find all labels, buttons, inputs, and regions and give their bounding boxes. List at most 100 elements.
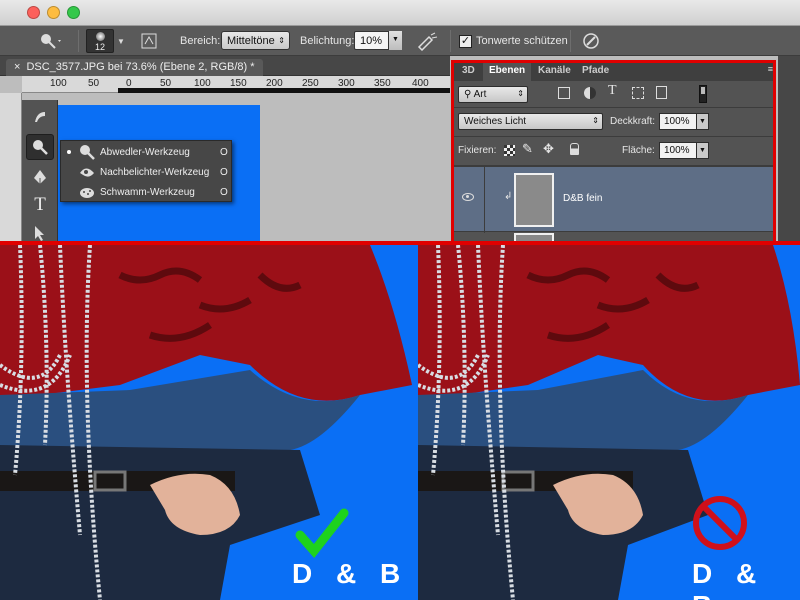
panel-menu-icon[interactable]: ≡ [768, 64, 773, 74]
ruler-tick-label: 100 [50, 78, 67, 89]
adjustment-layer-filter-icon[interactable] [584, 87, 596, 99]
horizontal-ruler[interactable]: 100 50 0 50 100 150 200 250 300 350 400 [22, 76, 450, 93]
options-separator [450, 30, 451, 52]
flyout-item-dodge[interactable]: Abwedler-Werkzeug O [61, 142, 231, 162]
smudge-icon [35, 112, 45, 122]
exposure-input[interactable]: 10% ▼ [354, 31, 402, 50]
flyout-item-burn[interactable]: Nachbelichter-Werkzeug O [61, 162, 231, 182]
filter-kind-value: Art [473, 89, 487, 100]
tab-paths[interactable]: Pfade [576, 62, 615, 81]
pen-tool-button[interactable] [26, 164, 54, 190]
brush-panel-button[interactable] [140, 26, 158, 56]
lock-paint-icon[interactable]: ✎ [522, 141, 533, 157]
blend-mode-select[interactable]: Weiches Licht ⇕ [458, 113, 603, 130]
panel-tabs: 3D Ebenen Kanäle Pfade ≡ [452, 60, 775, 81]
airbrush-icon [417, 32, 438, 51]
comparison-photo-right: D & B [418, 245, 800, 600]
opacity-value: 100% [664, 116, 690, 127]
pixel-layer-filter-icon[interactable] [558, 87, 570, 99]
airbrush-button[interactable] [416, 26, 438, 56]
brush-tip-icon [96, 32, 105, 41]
tool-preset-picker[interactable] [38, 26, 62, 56]
clipping-mask-icon: ↲ [504, 191, 513, 202]
model-photo [0, 245, 418, 600]
options-separator [570, 30, 571, 52]
pen-pressure-icon [583, 33, 599, 49]
ruler-dark-band [118, 88, 450, 93]
tools-panel: T [22, 100, 58, 244]
lock-transparency-icon[interactable] [504, 145, 515, 156]
window-titlebar [0, 0, 800, 26]
document-tab-bar: × DSC_3577.JPG bei 73.6% (Ebene 2, RGB/8)… [0, 56, 450, 76]
flyout-item-sponge[interactable]: Schwamm-Werkzeug O [61, 182, 231, 202]
close-window-button[interactable] [27, 6, 40, 19]
fill-input[interactable]: 100% ▼ [659, 142, 709, 159]
layers-panel: 3D Ebenen Kanäle Pfade ≡ ⚲ Art ⇕ T Weich… [452, 60, 775, 244]
updown-icon: ⇕ [592, 116, 599, 125]
protect-tones-label: Tonwerte schützen [476, 35, 568, 47]
ruler-tick-label: 50 [88, 78, 100, 89]
minimize-window-button[interactable] [47, 6, 60, 19]
flyout-item-label: Schwamm-Werkzeug [100, 186, 195, 198]
panel-dock-edge [778, 56, 800, 244]
filter-toggle[interactable] [699, 85, 707, 103]
layer-name[interactable]: D&B fein [563, 193, 602, 204]
chevron-down-icon: ▼ [117, 36, 125, 46]
smart-object-filter-icon[interactable] [656, 86, 667, 99]
shortcut-key: O [220, 186, 228, 198]
text-tool-icon: T [34, 194, 46, 215]
chevron-down-icon: ▼ [388, 31, 402, 50]
layer-row[interactable]: ↲ D&B fein [452, 166, 775, 233]
tool-options-bar: 12 ▼ Bereich: Mitteltöne ⇕ Belichtung: 1… [0, 26, 800, 56]
search-icon: ⚲ [464, 89, 474, 100]
dodge-tool-icon [41, 34, 61, 49]
exposure-value: 10% [360, 35, 383, 47]
blend-mode-value: Weiches Licht [464, 116, 527, 127]
range-label: Bereich: [180, 35, 221, 47]
brush-size-value: 12 [95, 42, 106, 52]
document-tab[interactable]: × DSC_3577.JPG bei 73.6% (Ebene 2, RGB/8)… [6, 59, 263, 76]
shortcut-key: O [220, 146, 228, 158]
exposure-label: Belichtung: [300, 35, 355, 47]
layer-filter-row: ⚲ Art ⇕ T [452, 81, 775, 108]
range-select[interactable]: Mitteltöne ⇕ [221, 31, 290, 50]
tab-channels[interactable]: Kanäle [532, 62, 577, 81]
fill-label: Fläche: [622, 145, 655, 156]
zoom-window-button[interactable] [67, 6, 80, 19]
type-layer-filter-icon[interactable]: T [608, 83, 617, 99]
tab-layers[interactable]: Ebenen [483, 62, 532, 81]
toning-tools-flyout: Abwedler-Werkzeug O Nachbelichter-Werkze… [60, 140, 232, 202]
shape-layer-filter-icon[interactable] [632, 87, 644, 99]
chevron-down-icon: ▼ [696, 113, 709, 130]
vertical-ruler[interactable] [0, 93, 22, 244]
chevron-down-icon: ▼ [696, 142, 709, 159]
range-select-value: Mitteltöne [227, 35, 275, 47]
model-photo [418, 245, 800, 600]
smudge-tool-button[interactable] [26, 104, 54, 130]
tab-3d[interactable]: 3D [456, 62, 481, 81]
updown-icon: ⇕ [517, 89, 524, 98]
dodge-icon [33, 140, 48, 155]
filter-kind-select[interactable]: ⚲ Art ⇕ [458, 86, 528, 103]
layer-thumbnail[interactable] [514, 173, 554, 227]
text-tool-button[interactable]: T [26, 192, 54, 218]
dodge-tool-button[interactable] [26, 134, 54, 160]
updown-icon: ⇕ [278, 36, 285, 45]
right-caption: D & B [692, 558, 765, 600]
sponge-icon [80, 188, 94, 198]
shortcut-key: O [220, 166, 228, 178]
lock-move-icon[interactable]: ✥ [543, 141, 554, 157]
close-icon[interactable]: × [14, 61, 20, 73]
opacity-input[interactable]: 100% ▼ [659, 113, 709, 130]
visibility-divider [484, 167, 485, 233]
fill-value: 100% [664, 145, 690, 156]
checkbox-checked-icon: ✓ [459, 34, 472, 48]
opacity-label: Deckkraft: [610, 116, 656, 127]
burn-icon [80, 168, 94, 177]
pressure-size-button[interactable] [581, 26, 601, 56]
lock-row: Fixieren: ✎ ✥ Fläche: 100% ▼ [452, 137, 775, 166]
brush-size-picker[interactable]: 12 ▼ [86, 26, 125, 56]
eye-icon[interactable] [462, 193, 474, 201]
lock-all-icon[interactable] [570, 143, 579, 155]
protect-tones-checkbox[interactable]: ✓ Tonwerte schützen [459, 26, 568, 56]
